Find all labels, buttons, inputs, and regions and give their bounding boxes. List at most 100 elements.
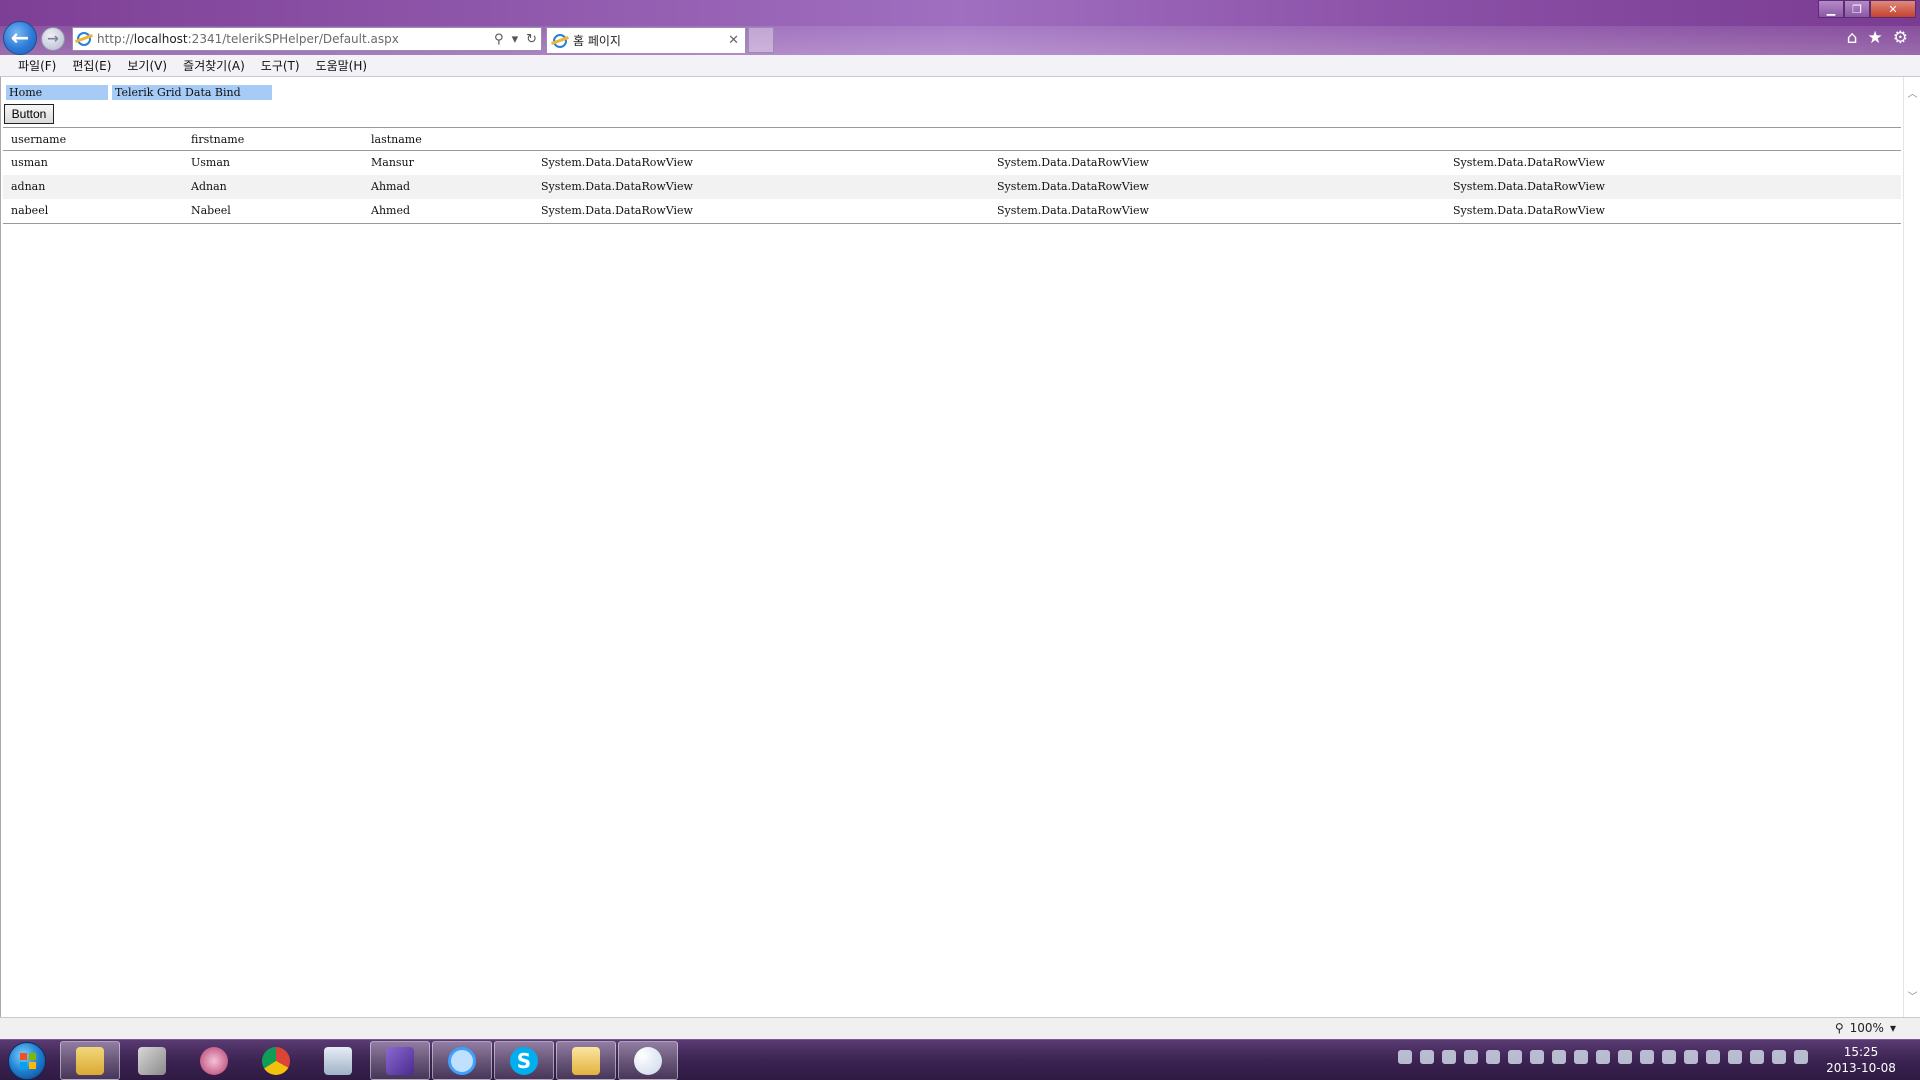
- folder-icon: [76, 1046, 104, 1075]
- table-row[interactable]: adnan Adnan Ahmad System.Data.DataRowVie…: [3, 175, 1901, 199]
- back-arrow-icon: ←: [10, 25, 30, 51]
- menu-item-favorites[interactable]: 즐겨찾기(A): [183, 57, 245, 74]
- page-button[interactable]: Button: [4, 104, 54, 124]
- cell-lastname: Ahmed: [371, 204, 411, 217]
- chrome-icon: [262, 1046, 290, 1075]
- scroll-down-icon[interactable]: ﹀: [1907, 992, 1918, 1003]
- tray-monitor-icon[interactable]: [1574, 1050, 1588, 1064]
- zoom-control[interactable]: ⚲ 100% ▾: [1835, 1021, 1896, 1035]
- search-icon[interactable]: ⚲: [494, 32, 504, 47]
- page-content: Home Telerik Grid Data Bind Button usern…: [0, 77, 1920, 1017]
- zoom-magnifier-icon: ⚲: [1834, 1021, 1844, 1035]
- taskbar-chrome[interactable]: [246, 1041, 306, 1080]
- cell-datarowview: System.Data.DataRowView: [1453, 156, 1605, 169]
- zoom-dropdown-icon[interactable]: ▾: [1890, 1021, 1896, 1035]
- tab-home-page[interactable]: 홈 페이지 ✕: [546, 27, 746, 53]
- table-row[interactable]: nabeel Nabeel Ahmed System.Data.DataRowV…: [3, 199, 1901, 223]
- cell-datarowview: System.Data.DataRowView: [541, 156, 693, 169]
- cell-firstname: Adnan: [191, 180, 227, 193]
- visual-studio-icon: [386, 1046, 414, 1075]
- tray-app-icon[interactable]: [1508, 1050, 1522, 1064]
- header-username[interactable]: username: [11, 128, 66, 151]
- toolbar-right-icons: ⌂ ★ ⚙: [1847, 28, 1908, 48]
- home-icon[interactable]: ⌂: [1847, 28, 1858, 48]
- cell-datarowview: System.Data.DataRowView: [997, 204, 1149, 217]
- scroll-up-icon[interactable]: ︿: [1907, 89, 1918, 100]
- mail-icon: [572, 1046, 600, 1075]
- menu-item-edit[interactable]: 편집(E): [72, 57, 111, 74]
- link-telerik-grid[interactable]: Telerik Grid Data Bind: [112, 85, 272, 100]
- menu-item-help[interactable]: 도움말(H): [316, 57, 368, 74]
- close-window-icon[interactable]: ✕: [1870, 0, 1916, 18]
- minimize-icon[interactable]: ▁: [1818, 0, 1844, 18]
- address-url[interactable]: http://localhost:2341/telerikSPHelper/De…: [97, 32, 494, 46]
- maximize-icon[interactable]: ❐: [1844, 0, 1870, 18]
- taskbar-apps: S: [60, 1041, 678, 1080]
- snipping-icon: [200, 1046, 228, 1075]
- tray-display-icon[interactable]: [1662, 1050, 1676, 1064]
- cell-lastname: Mansur: [371, 156, 414, 169]
- tray-settings-icon[interactable]: [1486, 1050, 1500, 1064]
- url-host: localhost: [133, 32, 188, 46]
- status-bar: ⚲ 100% ▾: [0, 1017, 1920, 1039]
- start-button[interactable]: [8, 1042, 46, 1080]
- dropdown-arrow-icon[interactable]: ▾: [512, 32, 519, 47]
- cell-datarowview: System.Data.DataRowView: [997, 180, 1149, 193]
- nav-links: Home Telerik Grid Data Bind: [6, 85, 272, 100]
- tray-network-icon[interactable]: [1552, 1050, 1566, 1064]
- settings-gear-icon[interactable]: ⚙: [1893, 28, 1908, 48]
- forward-arrow-icon: →: [47, 31, 59, 47]
- back-button[interactable]: ←: [3, 21, 37, 55]
- tray-gear-icon[interactable]: [1640, 1050, 1654, 1064]
- paint-icon: [634, 1046, 662, 1075]
- menu-item-tools[interactable]: 도구(T): [261, 57, 300, 74]
- vertical-scrollbar[interactable]: ︿ ﹀: [1903, 77, 1920, 1017]
- tray-link-icon[interactable]: [1530, 1050, 1544, 1064]
- forward-button[interactable]: →: [41, 27, 65, 51]
- cell-username: adnan: [11, 180, 46, 193]
- header-firstname[interactable]: firstname: [191, 128, 244, 151]
- taskbar-visual-studio[interactable]: [370, 1041, 430, 1080]
- taskbar-app-3[interactable]: [184, 1041, 244, 1080]
- header-lastname[interactable]: lastname: [371, 128, 422, 151]
- cell-datarowview: System.Data.DataRowView: [1453, 204, 1605, 217]
- taskbar-app-2[interactable]: [122, 1041, 182, 1080]
- cell-username: nabeel: [11, 204, 49, 217]
- link-home[interactable]: Home: [6, 85, 108, 100]
- address-bar[interactable]: http://localhost:2341/telerikSPHelper/De…: [72, 27, 542, 51]
- new-tab-button[interactable]: [748, 27, 774, 53]
- menu-item-view[interactable]: 보기(V): [127, 57, 167, 74]
- favorites-star-icon[interactable]: ★: [1868, 28, 1883, 48]
- skype-icon: S: [510, 1046, 538, 1075]
- menu-item-file[interactable]: 파일(F): [18, 57, 56, 74]
- taskbar-paint[interactable]: [618, 1041, 678, 1080]
- tab-close-icon[interactable]: ✕: [728, 33, 739, 48]
- tray-help-icon[interactable]: [1464, 1050, 1478, 1064]
- cell-datarowview: System.Data.DataRowView: [1453, 180, 1605, 193]
- tray-shield-icon[interactable]: [1398, 1050, 1412, 1064]
- tray-signal-icon[interactable]: [1772, 1050, 1786, 1064]
- refresh-icon[interactable]: ↻: [526, 32, 537, 47]
- taskbar-internet-explorer[interactable]: [432, 1041, 492, 1080]
- taskbar-calculator[interactable]: [308, 1041, 368, 1080]
- cell-username: usman: [11, 156, 48, 169]
- tray-pen-icon[interactable]: [1706, 1050, 1720, 1064]
- system-tray: [1398, 1050, 1808, 1064]
- tray-volume-icon[interactable]: [1794, 1050, 1808, 1064]
- tray-usb-icon[interactable]: [1750, 1050, 1764, 1064]
- url-prefix: http://: [97, 32, 134, 46]
- tray-arrow-icon[interactable]: [1684, 1050, 1698, 1064]
- windows-taskbar: S 15:25 2013-10-08: [0, 1039, 1920, 1080]
- taskbar-skype[interactable]: S: [494, 1041, 554, 1080]
- tray-messenger-icon[interactable]: [1618, 1050, 1632, 1064]
- tray-ime-icon[interactable]: [1420, 1050, 1434, 1064]
- taskbar-outlook[interactable]: [556, 1041, 616, 1080]
- tray-chat-icon[interactable]: [1596, 1050, 1610, 1064]
- cell-lastname: Ahmad: [371, 180, 411, 193]
- tray-hanja-icon[interactable]: [1442, 1050, 1456, 1064]
- tray-flag-icon[interactable]: [1728, 1050, 1742, 1064]
- grid-header-row: username firstname lastname: [3, 128, 1901, 151]
- taskbar-clock[interactable]: 15:25 2013-10-08: [1816, 1044, 1906, 1076]
- table-row[interactable]: usman Usman Mansur System.Data.DataRowVi…: [3, 151, 1901, 175]
- taskbar-explorer[interactable]: [60, 1041, 120, 1080]
